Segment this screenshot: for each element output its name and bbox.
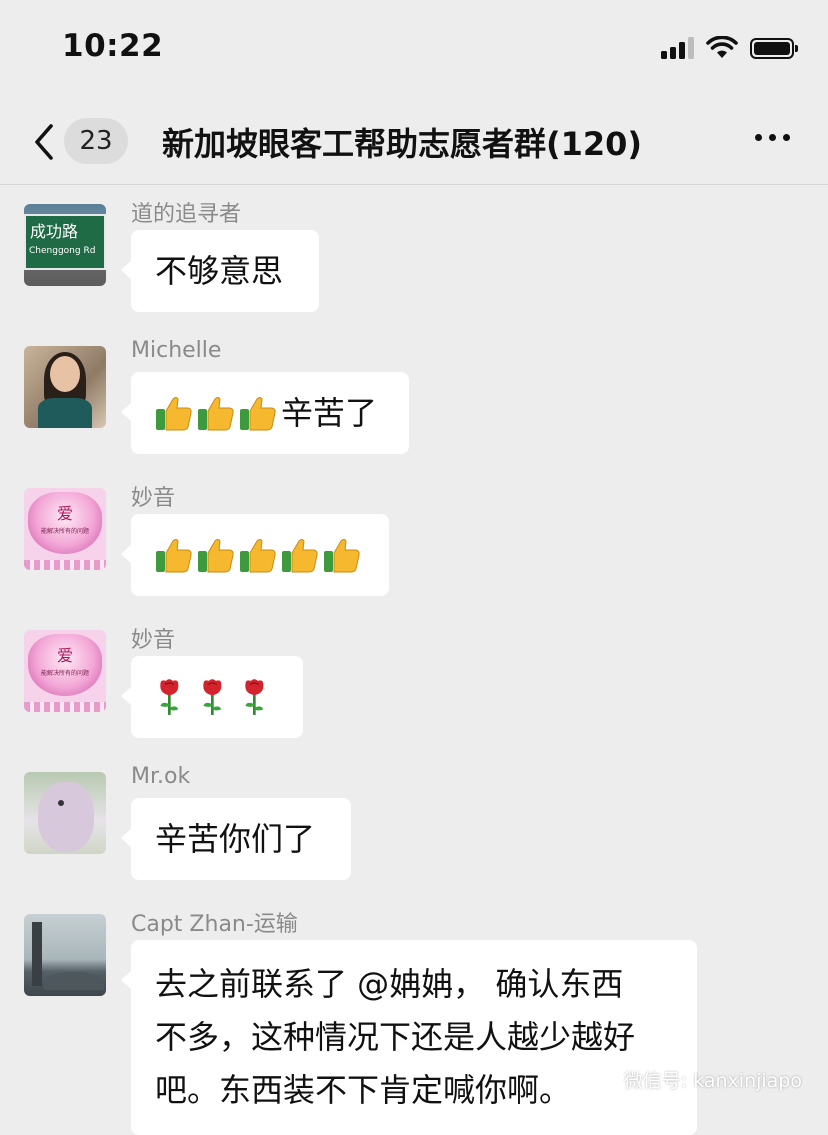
avatar-heart-caption: 能解决所有的问题 — [40, 670, 89, 677]
avatar-heart-text: 爱 — [56, 504, 73, 523]
sender-name: 妙音 — [131, 486, 176, 511]
sender-name: Mr.ok — [131, 764, 191, 789]
message-item: Mr.ok 辛苦你们了 — [0, 764, 828, 894]
avatar[interactable] — [24, 772, 106, 854]
thumbs-up-icon — [282, 539, 318, 573]
avatar[interactable]: 爱 能解决所有的问题 — [24, 630, 106, 712]
thumbs-up-icon — [324, 539, 360, 573]
street-sign-subtext: Chenggong Rd — [29, 246, 96, 256]
message-bubble[interactable]: 去之前联系了 @姌姌， 确认东西 不多，这种情况下还是人越少越好 吧。东西装不下… — [121, 940, 697, 1135]
thumbs-up-icon — [240, 397, 276, 431]
message-bubble[interactable] — [121, 656, 303, 738]
back-chevron-icon[interactable] — [30, 122, 58, 162]
cellular-signal-icon — [661, 37, 694, 59]
rose-icon — [245, 679, 264, 715]
wechat-logo-icon — [591, 1069, 618, 1090]
message-line: 去之前联系了 @姌姌， 确认东西 — [155, 965, 624, 1003]
sender-name: Michelle — [131, 338, 222, 363]
rose-icon — [202, 679, 222, 715]
message-item: 爱 能解决所有的问题 妙音 — [0, 480, 828, 610]
avatar[interactable]: 爱 能解决所有的问题 — [24, 488, 106, 570]
thumbs-up-icon — [156, 397, 192, 431]
wifi-icon — [706, 36, 738, 58]
message-line: 不多，这种情况下还是人越少越好 — [155, 1018, 636, 1056]
watermark: 微信号: kanxinjiapo — [591, 1066, 802, 1093]
status-icons — [661, 36, 798, 60]
status-bar: 10:22 — [0, 0, 828, 100]
avatar[interactable] — [24, 346, 106, 428]
rose-icon — [160, 679, 179, 715]
chat-title: 新加坡眼客工帮助志愿者群(120) — [162, 125, 643, 163]
battery-icon — [750, 37, 798, 59]
thumbs-up-icon — [198, 539, 234, 573]
message-bubble[interactable]: 辛苦了 — [121, 372, 409, 454]
unread-count-badge[interactable]: 23 — [64, 118, 128, 164]
avatar-heart-text: 爱 — [56, 646, 73, 665]
message-bubble[interactable] — [121, 514, 389, 596]
avatar-heart-caption: 能解决所有的问题 — [40, 528, 89, 535]
message-item: 爱 能解决所有的问题 妙音 — [0, 622, 828, 752]
message-bubble[interactable]: 辛苦你们了 — [121, 798, 351, 880]
thumbs-up-icon — [198, 397, 234, 431]
sender-name: 道的追寻者 — [131, 202, 242, 227]
message-item: 成功路 Chenggong Rd 道的追寻者 不够意思 — [0, 196, 828, 326]
more-options-icon[interactable] — [755, 134, 790, 141]
sender-name: Capt Zhan-运输 — [131, 912, 298, 937]
street-sign-image: 成功路 Chenggong Rd — [24, 214, 106, 270]
watermark-text: 微信号: kanxinjiapo — [623, 1070, 802, 1092]
street-sign-text: 成功路 — [30, 222, 79, 241]
sender-name: 妙音 — [131, 628, 176, 653]
message-item: Michelle 辛苦了 — [0, 338, 828, 468]
message-text: 辛苦了 — [281, 394, 378, 432]
thumbs-up-icon — [240, 539, 276, 573]
avatar[interactable]: 成功路 Chenggong Rd — [24, 204, 106, 286]
status-time: 10:22 — [62, 28, 164, 64]
chat-header: 23 新加坡眼客工帮助志愿者群(120) — [0, 100, 828, 185]
thumbs-up-icon — [156, 539, 192, 573]
avatar[interactable] — [24, 914, 106, 996]
message-bubble[interactable]: 不够意思 — [121, 230, 319, 312]
